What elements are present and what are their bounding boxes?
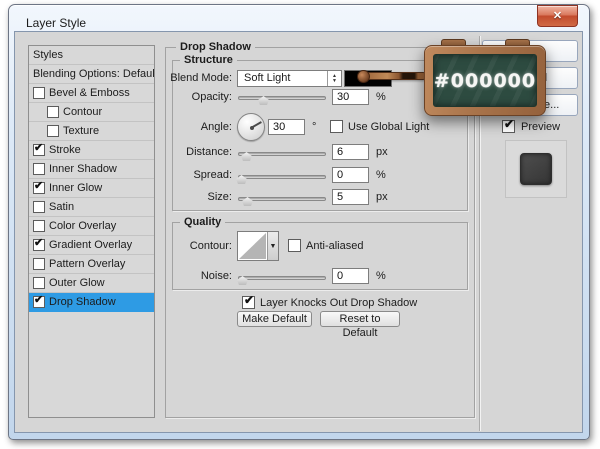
sidebar-item-blending-options[interactable]: Blending Options: Default (29, 65, 154, 84)
contour-dropdown-arrow-icon[interactable]: ▼ (267, 232, 278, 260)
anti-aliased-label: Anti-aliased (306, 239, 363, 254)
check-icon: ✔ (34, 237, 43, 249)
spread-label: Spread: (150, 168, 232, 183)
checkbox-pattern-overlay[interactable] (33, 258, 45, 270)
checkbox-outer-glow[interactable] (33, 277, 45, 289)
sidebar-item-color-overlay[interactable]: Color Overlay (29, 217, 154, 236)
preview-thumbnail (520, 153, 552, 185)
use-global-light-label: Use Global Light (348, 120, 429, 135)
checkbox-bevel-emboss[interactable] (33, 87, 45, 99)
sidebar-item-drop-shadow[interactable]: ✔Drop Shadow (29, 293, 154, 312)
blend-mode-value: Soft Light (238, 71, 327, 86)
panel-title: Drop Shadow (176, 41, 255, 54)
size-unit: px (376, 190, 388, 205)
opacity-unit: % (376, 90, 386, 105)
pointer-stick (366, 72, 426, 80)
checkbox-inner-shadow[interactable] (33, 163, 45, 175)
sidebar-item-satin[interactable]: Satin (29, 198, 154, 217)
checkbox-drop-shadow[interactable]: ✔ (33, 296, 45, 308)
sidebar-item-bevel-emboss[interactable]: Bevel & Emboss (29, 84, 154, 103)
layer-knocks-out-checkbox[interactable]: ✔ (242, 296, 255, 309)
contour-thumbnail[interactable] (238, 232, 267, 260)
checkbox-stroke[interactable]: ✔ (33, 144, 45, 156)
checkbox-color-overlay[interactable] (33, 220, 45, 232)
angle-label: Angle: (150, 120, 232, 135)
spread-unit: % (376, 168, 386, 183)
check-icon: ✔ (244, 293, 254, 307)
opacity-label: Opacity: (150, 90, 232, 105)
sidebar-item-stroke[interactable]: ✔Stroke (29, 141, 154, 160)
distance-label: Distance: (150, 145, 232, 160)
use-global-light-checkbox[interactable] (330, 120, 343, 133)
check-icon: ✔ (34, 294, 43, 306)
preview-checkbox[interactable]: ✔ (502, 120, 515, 133)
spread-slider-track[interactable] (238, 175, 326, 179)
opacity-slider-track[interactable] (238, 96, 326, 100)
distance-unit: px (376, 145, 388, 160)
size-label: Size: (150, 190, 232, 205)
sidebar-item-contour[interactable]: Contour (29, 103, 154, 122)
distance-input[interactable] (332, 144, 369, 160)
check-icon: ✔ (34, 142, 43, 154)
sidebar-item-pattern-overlay[interactable]: Pattern Overlay (29, 255, 154, 274)
styles-header: Styles (29, 46, 154, 65)
contour-picker[interactable]: ▼ (237, 231, 279, 261)
structure-legend: Structure (180, 54, 237, 67)
updown-icon: ▲▼ (327, 71, 341, 86)
sidebar-item-inner-shadow[interactable]: Inner Shadow (29, 160, 154, 179)
quality-legend: Quality (180, 216, 225, 229)
sidebar-item-texture[interactable]: Texture (29, 122, 154, 141)
make-default-button[interactable]: Make Default (237, 311, 312, 327)
anti-aliased-checkbox[interactable] (288, 239, 301, 252)
sidebar-item-outer-glow[interactable]: Outer Glow (29, 274, 154, 293)
chalkboard: #000000 (433, 54, 537, 107)
close-icon: ✕ (553, 10, 562, 22)
spread-input[interactable] (332, 167, 369, 183)
preview-label: Preview (521, 120, 560, 135)
noise-unit: % (376, 269, 386, 284)
checkbox-satin[interactable] (33, 201, 45, 213)
contour-linear-shape (239, 233, 266, 259)
hex-color-text: #000000 (434, 70, 536, 92)
blend-mode-label: Blend Mode: (150, 71, 232, 86)
noise-input[interactable] (332, 268, 369, 284)
blend-mode-select[interactable]: Soft Light ▲▼ (237, 70, 342, 87)
checkbox-texture[interactable] (47, 125, 59, 137)
checkbox-contour[interactable] (47, 106, 59, 118)
window-title: Layer Style (26, 16, 86, 30)
pointer-stick-tip (357, 70, 370, 83)
check-icon: ✔ (34, 180, 43, 192)
distance-slider-track[interactable] (238, 152, 326, 156)
chalkboard-frame: #000000 (424, 45, 546, 116)
layer-knocks-out-label: Layer Knocks Out Drop Shadow (260, 296, 417, 311)
checkbox-gradient-overlay[interactable]: ✔ (33, 239, 45, 251)
check-icon: ✔ (504, 117, 514, 131)
sidebar-item-gradient-overlay[interactable]: ✔Gradient Overlay (29, 236, 154, 255)
styles-list: Styles Blending Options: Default Bevel &… (28, 45, 155, 418)
angle-input[interactable] (268, 119, 305, 135)
contour-label: Contour: (150, 239, 232, 254)
opacity-input[interactable] (332, 89, 369, 105)
reset-to-default-button[interactable]: Reset to Default (320, 311, 400, 327)
screenshot-stage: Layer Style ✕ Styles Blending Options: D… (0, 0, 600, 449)
angle-dial[interactable] (237, 113, 265, 141)
noise-slider-track[interactable] (238, 276, 326, 280)
angle-unit: ° (312, 120, 316, 135)
close-button[interactable]: ✕ (537, 5, 578, 27)
noise-label: Noise: (150, 269, 232, 284)
sidebar-item-inner-glow[interactable]: ✔Inner Glow (29, 179, 154, 198)
size-input[interactable] (332, 189, 369, 205)
checkbox-inner-glow[interactable]: ✔ (33, 182, 45, 194)
angle-dial-center (250, 126, 254, 130)
